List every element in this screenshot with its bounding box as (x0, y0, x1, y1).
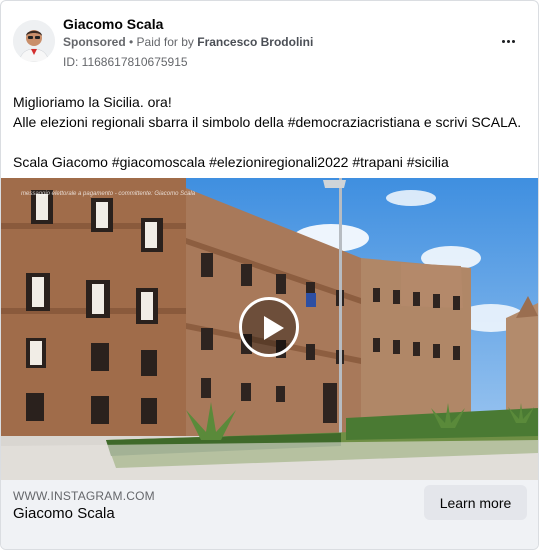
sponsored-meta: Sponsored • Paid for by Francesco Brodol… (63, 35, 313, 49)
link-title[interactable]: Giacomo Scala (13, 505, 115, 522)
link-domain: WWW.INSTAGRAM.COM (13, 489, 155, 503)
post-text: Miglioriamo la Sicilia. ora! Alle elezio… (13, 92, 528, 172)
avatar-image (13, 20, 55, 62)
paid-prefix: Paid for by (136, 35, 198, 49)
post-text-line: Miglioriamo la Sicilia. ora! (13, 94, 172, 110)
play-icon[interactable] (239, 297, 299, 357)
paid-message-watermark: messaggio elettorale a pagamento - commi… (21, 191, 196, 197)
more-horizontal-icon[interactable] (496, 29, 520, 53)
learn-more-button[interactable]: Learn more (424, 485, 527, 520)
post-text-line: Alle elezioni regionali sbarra il simbol… (13, 114, 522, 130)
post-text-line: Scala Giacomo #giacomoscala #elezionireg… (13, 154, 449, 170)
sponsored-label: Sponsored (63, 35, 126, 49)
author-name[interactable]: Giacomo Scala (63, 16, 163, 32)
link-footer[interactable]: WWW.INSTAGRAM.COM Giacomo Scala Learn mo… (1, 480, 538, 549)
meta-separator: • (125, 35, 137, 49)
ad-card: Giacomo Scala Sponsored • Paid for by Fr… (0, 0, 539, 550)
payer-name[interactable]: Francesco Brodolini (197, 35, 313, 49)
ad-id: ID: 1168617810675915 (63, 55, 188, 69)
avatar[interactable] (13, 20, 55, 62)
video-player[interactable]: messaggio elettorale a pagamento - commi… (1, 178, 538, 480)
